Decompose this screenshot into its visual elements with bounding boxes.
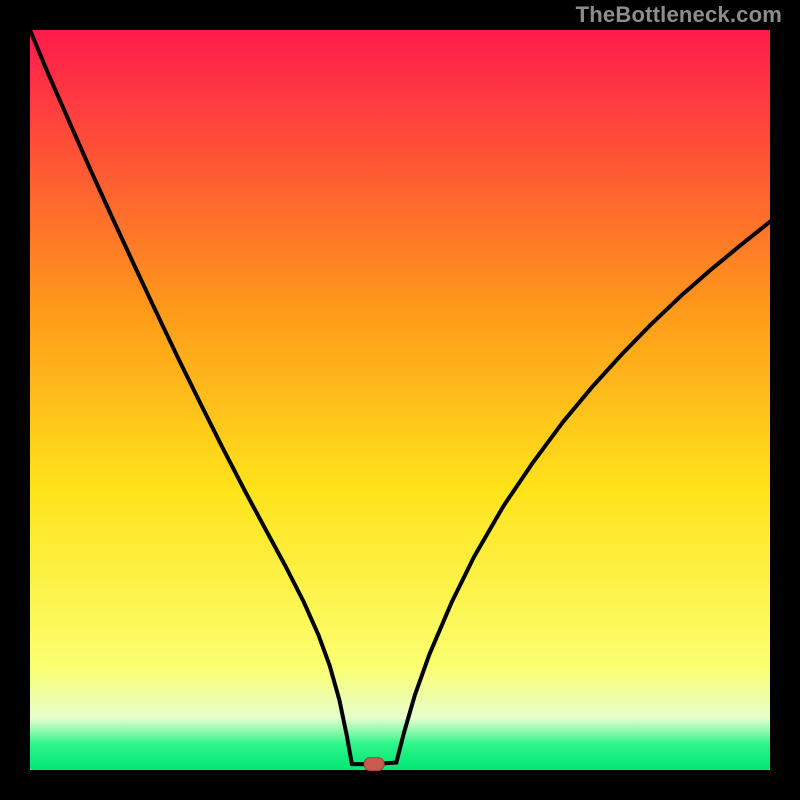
bottleneck-chart <box>0 0 800 800</box>
plot-background <box>30 30 770 770</box>
chart-frame: { "watermark": "TheBottleneck.com", "col… <box>0 0 800 800</box>
watermark-text: TheBottleneck.com <box>576 2 782 28</box>
optimal-point-marker <box>364 758 384 771</box>
